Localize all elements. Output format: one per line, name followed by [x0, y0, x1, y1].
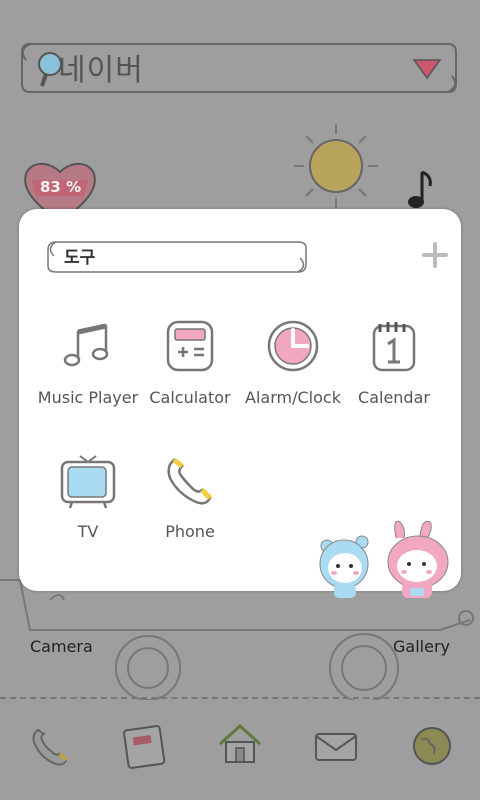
app-phone[interactable]: Phone	[138, 450, 242, 541]
app-label: Alarm/Clock	[245, 388, 341, 407]
home-icon[interactable]	[216, 720, 264, 768]
dock-divider	[0, 697, 480, 701]
app-tv[interactable]: TV	[36, 450, 140, 541]
phone-icon	[167, 458, 212, 505]
app-calculator[interactable]: Calculator	[138, 316, 242, 407]
app-calendar[interactable]: Calendar	[342, 316, 446, 407]
calendar-icon	[372, 322, 416, 372]
cute-characters-decoration	[319, 520, 449, 598]
tv-icon	[60, 455, 116, 509]
app-label: Calendar	[358, 388, 430, 407]
app-music-player[interactable]: Music Player	[36, 316, 140, 407]
folder-name: 도구	[64, 248, 96, 268]
browser-globe-icon[interactable]	[408, 722, 456, 770]
app-label: Phone	[165, 522, 215, 541]
calculator-icon	[166, 320, 214, 372]
gallery-shortcut-label[interactable]: Gallery	[393, 637, 450, 656]
app-label: Music Player	[37, 388, 139, 407]
camera-shortcut-label[interactable]: Camera	[30, 637, 93, 656]
add-icon[interactable]	[422, 242, 448, 268]
mail-icon[interactable]	[312, 722, 360, 770]
app-alarm-clock[interactable]: Alarm/Clock	[241, 316, 345, 407]
phone-icon[interactable]	[26, 722, 74, 770]
app-label: Calculator	[149, 388, 231, 407]
app-label: TV	[77, 522, 99, 541]
search-query-text: 네이버	[58, 53, 144, 88]
music-note-icon	[63, 323, 109, 367]
battery-percent: 83 %	[40, 178, 82, 196]
sun-weather-icon[interactable]	[290, 120, 382, 212]
contacts-book-icon[interactable]	[120, 722, 168, 770]
music-note-icon[interactable]	[406, 168, 436, 212]
clock-icon	[267, 320, 319, 372]
